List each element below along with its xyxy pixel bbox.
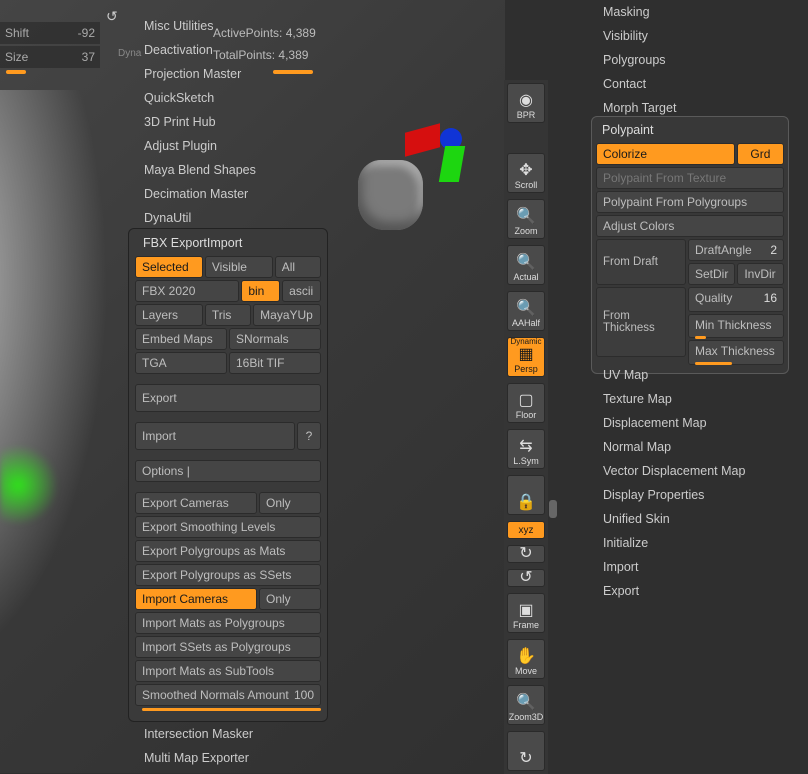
- fbx-export-pg-mats[interactable]: Export Polygroups as Mats: [135, 540, 321, 562]
- thickness-min-slider[interactable]: Min Thickness: [688, 314, 784, 339]
- palette-export[interactable]: Export: [597, 579, 797, 603]
- tool-btn11[interactable]: ↺: [507, 569, 545, 587]
- tool-move[interactable]: ✋Move: [507, 639, 545, 679]
- polypaint-grd[interactable]: Grd: [737, 143, 784, 165]
- fbx-filter-visible[interactable]: Visible: [205, 256, 273, 278]
- fbx-snormals[interactable]: SNormals: [229, 328, 321, 350]
- fbx-import-cameras-only[interactable]: Only: [259, 588, 321, 610]
- tool-bpr[interactable]: ◉BPR: [507, 83, 545, 123]
- polypaint-panel: Polypaint Colorize Grd Polypaint From Te…: [591, 116, 789, 374]
- palette-display-properties[interactable]: Display Properties: [597, 483, 797, 507]
- tool-scroll[interactable]: ✥Scroll: [507, 153, 545, 193]
- tool-actual[interactable]: 🔍Actual: [507, 245, 545, 285]
- dynamesh-label: Dyna: [118, 48, 141, 59]
- tool-zoom3d[interactable]: 🔍Zoom3D: [507, 685, 545, 725]
- tool-lsym[interactable]: ⇆L.Sym: [507, 429, 545, 469]
- palette-uv-map[interactable]: UV Map: [597, 363, 797, 387]
- palette-normal-map[interactable]: Normal Map: [597, 435, 797, 459]
- plugin-maya-blend-shapes[interactable]: Maya Blend Shapes: [140, 158, 330, 182]
- fbx-export-import-panel: FBX ExportImport Selected Visible All FB…: [128, 228, 328, 722]
- fbx-import-ssets-pg[interactable]: Import SSets as Polygroups: [135, 636, 321, 658]
- polypaint-from-thickness[interactable]: From Thickness: [596, 287, 686, 357]
- fbx-filter-selected[interactable]: Selected: [135, 256, 203, 278]
- palette-unified-skin[interactable]: Unified Skin: [597, 507, 797, 531]
- fbx-filter-all[interactable]: All: [275, 256, 321, 278]
- thickness-max-slider[interactable]: Max Thickness: [688, 340, 784, 365]
- polypaint-setdir[interactable]: SetDir: [688, 263, 735, 285]
- z-shift-value: -92: [78, 26, 95, 40]
- fbx-export-cameras-only[interactable]: Only: [259, 492, 321, 514]
- plugin-misc-utilities[interactable]: Misc Utilities: [140, 14, 330, 38]
- fbx-maya-yup[interactable]: MayaYUp: [253, 304, 321, 326]
- plugin-dynautil[interactable]: DynaUtil: [140, 206, 330, 230]
- plugin-multi-map-exporter[interactable]: Multi Map Exporter: [140, 746, 330, 770]
- plugin-3d-print-hub[interactable]: 3D Print Hub: [140, 110, 330, 134]
- polypaint-invdir[interactable]: InvDir: [737, 263, 784, 285]
- fbx-import-mats-sub[interactable]: Import Mats as SubTools: [135, 660, 321, 682]
- fbx-header[interactable]: FBX ExportImport: [135, 233, 321, 254]
- tool-btn15[interactable]: ↻: [507, 731, 545, 771]
- fbx-export-smoothing[interactable]: Export Smoothing Levels: [135, 516, 321, 538]
- palette-contact[interactable]: Contact: [597, 72, 797, 96]
- polypaint-from-polygroups[interactable]: Polypaint From Polygroups: [596, 191, 784, 213]
- palette-visibility[interactable]: Visibility: [597, 24, 797, 48]
- fbx-format-bin[interactable]: bin: [241, 280, 280, 302]
- fbx-tga[interactable]: TGA: [135, 352, 227, 374]
- plugin-quicksketch[interactable]: QuickSketch: [140, 86, 330, 110]
- fbx-format-ascii[interactable]: ascii: [282, 280, 321, 302]
- tool-frame[interactable]: ▣Frame: [507, 593, 545, 633]
- draw-size-slider[interactable]: Size 37: [0, 46, 100, 68]
- palette-masking[interactable]: Masking: [597, 0, 797, 24]
- scrollbar-thumb[interactable]: [549, 500, 557, 518]
- fbx-export-cameras[interactable]: Export Cameras: [135, 492, 257, 514]
- z-shift-label: Shift: [5, 26, 29, 40]
- draw-size-label: Size: [5, 50, 28, 64]
- fbx-embed-maps[interactable]: Embed Maps: [135, 328, 227, 350]
- fbx-layers[interactable]: Layers: [135, 304, 203, 326]
- polypaint-colorize[interactable]: Colorize: [596, 143, 735, 165]
- thickness-quality-slider[interactable]: Quality16: [688, 287, 784, 312]
- palette-polygroups[interactable]: Polygroups: [597, 48, 797, 72]
- fbx-import-mats-pg[interactable]: Import Mats as Polygroups: [135, 612, 321, 634]
- palette-vector-disp-map[interactable]: Vector Displacement Map: [597, 459, 797, 483]
- z-shift-slider[interactable]: Shift -92: [0, 22, 100, 44]
- palette-displacement-map[interactable]: Displacement Map: [597, 411, 797, 435]
- fbx-import-cameras[interactable]: Import Cameras: [135, 588, 257, 610]
- tool-btn8[interactable]: 🔒: [507, 475, 545, 515]
- fbx-tris[interactable]: Tris: [205, 304, 251, 326]
- plugin-projection-master[interactable]: Projection Master: [140, 62, 330, 86]
- plugin-deactivation[interactable]: Deactivation: [140, 38, 330, 62]
- size-slider-bar: [6, 70, 26, 74]
- fbx-help-button[interactable]: ?: [297, 422, 321, 450]
- palette-import[interactable]: Import: [597, 555, 797, 579]
- tool-floor[interactable]: ▢Floor: [507, 383, 545, 423]
- polypaint-from-draft[interactable]: From Draft: [596, 239, 686, 285]
- fbx-tif[interactable]: 16Bit TIF: [229, 352, 321, 374]
- draw-size-value: 37: [82, 50, 95, 64]
- polypaint-from-texture[interactable]: Polypaint From Texture: [596, 167, 784, 189]
- plugin-adjust-plugin[interactable]: Adjust Plugin: [140, 134, 330, 158]
- fbx-smoothed-normals-amount[interactable]: Smoothed Normals Amount 100: [135, 684, 321, 706]
- tool-zoom[interactable]: 🔍Zoom: [507, 199, 545, 239]
- polypaint-adjust-colors[interactable]: Adjust Colors: [596, 215, 784, 237]
- refresh-icon[interactable]: ↺: [106, 8, 118, 25]
- fbx-version[interactable]: FBX 2020: [135, 280, 239, 302]
- tool-btn10[interactable]: ↻: [507, 545, 545, 563]
- fbx-import-button[interactable]: Import: [135, 422, 295, 450]
- tool-persp[interactable]: Dynamic▦Persp: [507, 337, 545, 377]
- plugin-decimation-master[interactable]: Decimation Master: [140, 182, 330, 206]
- palette-initialize[interactable]: Initialize: [597, 531, 797, 555]
- fbx-export-pg-ssets[interactable]: Export Polygroups as SSets: [135, 564, 321, 586]
- fbx-options[interactable]: Options |: [135, 460, 321, 482]
- fbx-export-button[interactable]: Export: [135, 384, 321, 412]
- draft-angle-slider[interactable]: DraftAngle2: [688, 239, 784, 261]
- polypaint-header[interactable]: Polypaint: [596, 119, 784, 141]
- tool-aahalf[interactable]: 🔍AAHalf: [507, 291, 545, 331]
- plugin-intersection-masker[interactable]: Intersection Masker: [140, 722, 330, 746]
- tool-xyz[interactable]: xyz: [507, 521, 545, 539]
- palette-texture-map[interactable]: Texture Map: [597, 387, 797, 411]
